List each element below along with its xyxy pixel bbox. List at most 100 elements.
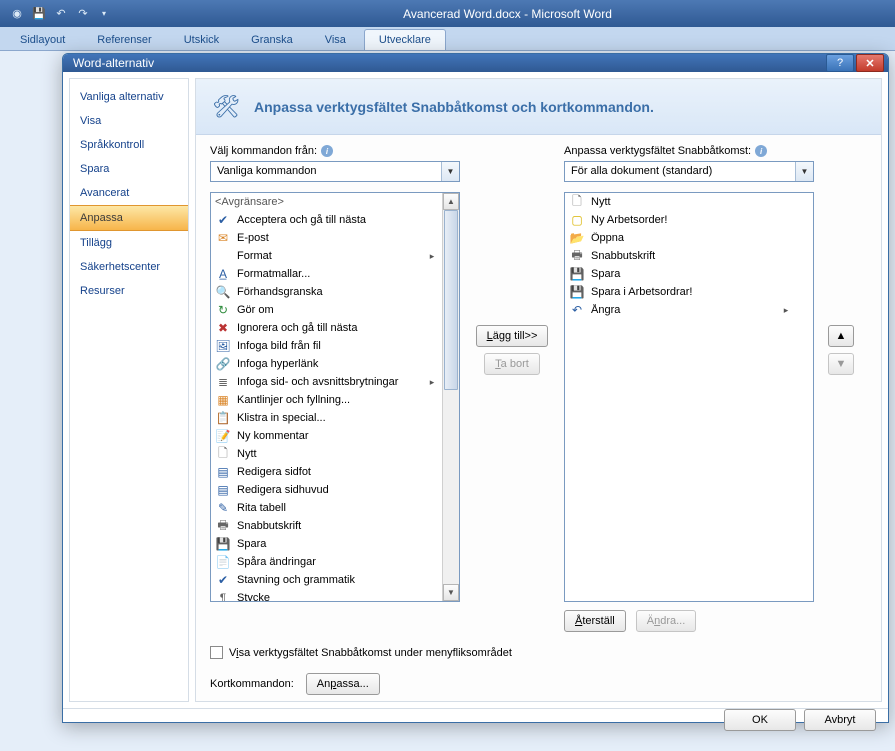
list-item[interactable]: 📄Spåra ändringar [211, 553, 442, 571]
move-down-button[interactable]: ▼ [828, 353, 854, 375]
command-icon: ¶ [215, 590, 231, 601]
list-item[interactable]: ↻Gör om [211, 301, 442, 319]
info-icon[interactable]: i [321, 145, 333, 157]
command-icon: 💾 [215, 536, 231, 552]
app-title: Avancerad Word.docx - Microsoft Word [120, 7, 895, 21]
list-item[interactable]: ✔Stavning och grammatik [211, 571, 442, 589]
list-item[interactable]: ✉E-post [211, 229, 442, 247]
dialog-close-button[interactable]: ✕ [856, 54, 884, 72]
modify-button[interactable]: Ändra... [636, 610, 697, 632]
list-item[interactable]: <Avgränsare> [211, 193, 442, 211]
list-item[interactable]: 📋Klistra in special... [211, 409, 442, 427]
list-item[interactable]: 🔗Infoga hyperlänk [211, 355, 442, 373]
choose-commands-combo[interactable]: Vanliga kommandon ▼ [210, 161, 460, 182]
dialog-help-button[interactable]: ? [826, 54, 854, 72]
sidebar-item-vanliga[interactable]: Vanliga alternativ [70, 85, 188, 109]
list-item[interactable]: 📂 Öppna [565, 229, 796, 247]
list-item[interactable]: Format▸ [211, 247, 442, 265]
cancel-button[interactable]: Avbryt [804, 709, 876, 731]
list-item[interactable]: ▤ Redigera sidhuvud [211, 481, 442, 499]
list-item[interactable]: ✔Acceptera och gå till nästa [211, 211, 442, 229]
command-icon: 🖶 [215, 518, 231, 534]
ok-button[interactable]: OK [724, 709, 796, 731]
list-item[interactable]: ▢Ny Arbetsorder! [565, 211, 796, 229]
list-item[interactable]: A̲Formatmallar... [211, 265, 442, 283]
move-up-button[interactable]: ▲ [828, 325, 854, 347]
list-item[interactable]: ↶Ångra▸ [565, 301, 796, 319]
command-icon: 💾 [569, 266, 585, 282]
qat-dropdown-icon[interactable]: ▾ [96, 5, 112, 23]
list-item[interactable]: ▤Redigera sidfot [211, 463, 442, 481]
list-item[interactable]: ✎Rita tabell [211, 499, 442, 517]
command-icon: 📂 [569, 230, 585, 246]
command-icon: ▤ [215, 482, 231, 498]
available-commands-list[interactable]: <Avgränsare>✔Acceptera och gå till nästa… [210, 192, 460, 602]
dialog-titlebar[interactable]: Word-alternativ ? ✕ [63, 54, 888, 72]
tab-sidlayout[interactable]: Sidlayout [6, 30, 79, 50]
qat-commands-list[interactable]: 🗋Nytt▢Ny Arbetsorder!📂 Öppna 🖶Snabbutskrif… [564, 192, 814, 602]
list-item-label: E-post [237, 232, 438, 244]
list-item[interactable]: 📝Ny kommentar [211, 427, 442, 445]
list-item[interactable]: 💾Spara [211, 535, 442, 553]
submenu-arrow-icon: ▸ [426, 377, 438, 388]
list-item-label: Snabbutskrift [591, 250, 792, 262]
list-item[interactable]: 🔍Förhandsgranska [211, 283, 442, 301]
tab-referenser[interactable]: Referenser [83, 30, 165, 50]
choose-commands-label: Välj kommandon från: [210, 145, 317, 157]
office-button[interactable]: ◉ [8, 5, 26, 23]
tab-visa[interactable]: Visa [311, 30, 360, 50]
sidebar-item-spara[interactable]: Spara [70, 157, 188, 181]
list-item[interactable]: 🖶Snabbutskrift [565, 247, 796, 265]
command-icon: ✔ [215, 572, 231, 588]
add-button[interactable]: Lägg till>> [476, 325, 549, 347]
list-item-label: Nytt [237, 448, 438, 460]
dropdown-arrow-icon[interactable]: ▼ [795, 162, 813, 181]
sidebar-item-sakerhetscenter[interactable]: Säkerhetscenter [70, 255, 188, 279]
info-icon[interactable]: i [755, 145, 767, 157]
list-item[interactable]: 💾Spara [565, 265, 796, 283]
list-item[interactable]: 🖼Infoga bild från fil [211, 337, 442, 355]
list-item[interactable]: ≣Infoga sid- och avsnittsbrytningar▸ [211, 373, 442, 391]
panel-header-text: Anpassa verktygsfältet Snabbåtkomst och … [254, 99, 654, 115]
remove-button[interactable]: Ta bort [484, 353, 540, 375]
sidebar-item-sprakkontroll[interactable]: Språkkontroll [70, 133, 188, 157]
command-icon: 📄 [215, 554, 231, 570]
scrollbar[interactable]: ▲ ▼ [442, 193, 459, 601]
list-item-label: Stycke [237, 592, 438, 601]
list-item-label: Ångra [591, 304, 774, 316]
save-icon[interactable]: 💾 [30, 5, 48, 23]
list-item[interactable]: ▦Kantlinjer och fyllning... [211, 391, 442, 409]
sidebar-item-resurser[interactable]: Resurser [70, 279, 188, 303]
tab-utskick[interactable]: Utskick [170, 30, 233, 50]
list-item-label: Öppna [591, 232, 792, 244]
tab-granska[interactable]: Granska [237, 30, 307, 50]
scroll-thumb[interactable] [444, 210, 458, 390]
options-main-panel: 🛠 Anpassa verktygsfältet Snabbåtkomst oc… [195, 78, 882, 702]
sidebar-item-tillagg[interactable]: Tillägg [70, 231, 188, 255]
list-item[interactable]: 🖶Snabbutskrift [211, 517, 442, 535]
sidebar-item-visa[interactable]: Visa [70, 109, 188, 133]
customize-qat-combo[interactable]: För alla dokument (standard) ▼ [564, 161, 814, 182]
list-item[interactable]: 🗋Nytt [565, 193, 796, 211]
sidebar-item-avancerat[interactable]: Avancerat [70, 181, 188, 205]
list-item[interactable]: ✖Ignorera och gå till nästa [211, 319, 442, 337]
undo-icon[interactable]: ↶ [52, 5, 70, 23]
shortcuts-label: Kortkommandon: [210, 678, 294, 690]
list-item-label: Redigera sidhuvud [237, 484, 438, 496]
redo-icon[interactable]: ↷ [74, 5, 92, 23]
command-icon: ▢ [569, 212, 585, 228]
customize-shortcuts-button[interactable]: Anpassa... [306, 673, 380, 695]
sidebar-item-anpassa[interactable]: Anpassa [70, 205, 188, 231]
submenu-arrow-icon: ▸ [780, 305, 792, 316]
reset-button[interactable]: Återställ [564, 610, 626, 632]
list-item[interactable]: 🗋Nytt [211, 445, 442, 463]
command-icon: ▤ [215, 464, 231, 480]
scroll-down-button[interactable]: ▼ [443, 584, 459, 601]
scroll-up-button[interactable]: ▲ [443, 193, 459, 210]
show-qat-below-checkbox[interactable] [210, 646, 223, 659]
command-icon: A̲ [215, 266, 231, 282]
list-item[interactable]: 💾Spara i Arbetsordrar! [565, 283, 796, 301]
dropdown-arrow-icon[interactable]: ▼ [441, 162, 459, 181]
list-item[interactable]: ¶ Stycke [211, 589, 442, 601]
tab-utvecklare[interactable]: Utvecklare [364, 29, 446, 50]
